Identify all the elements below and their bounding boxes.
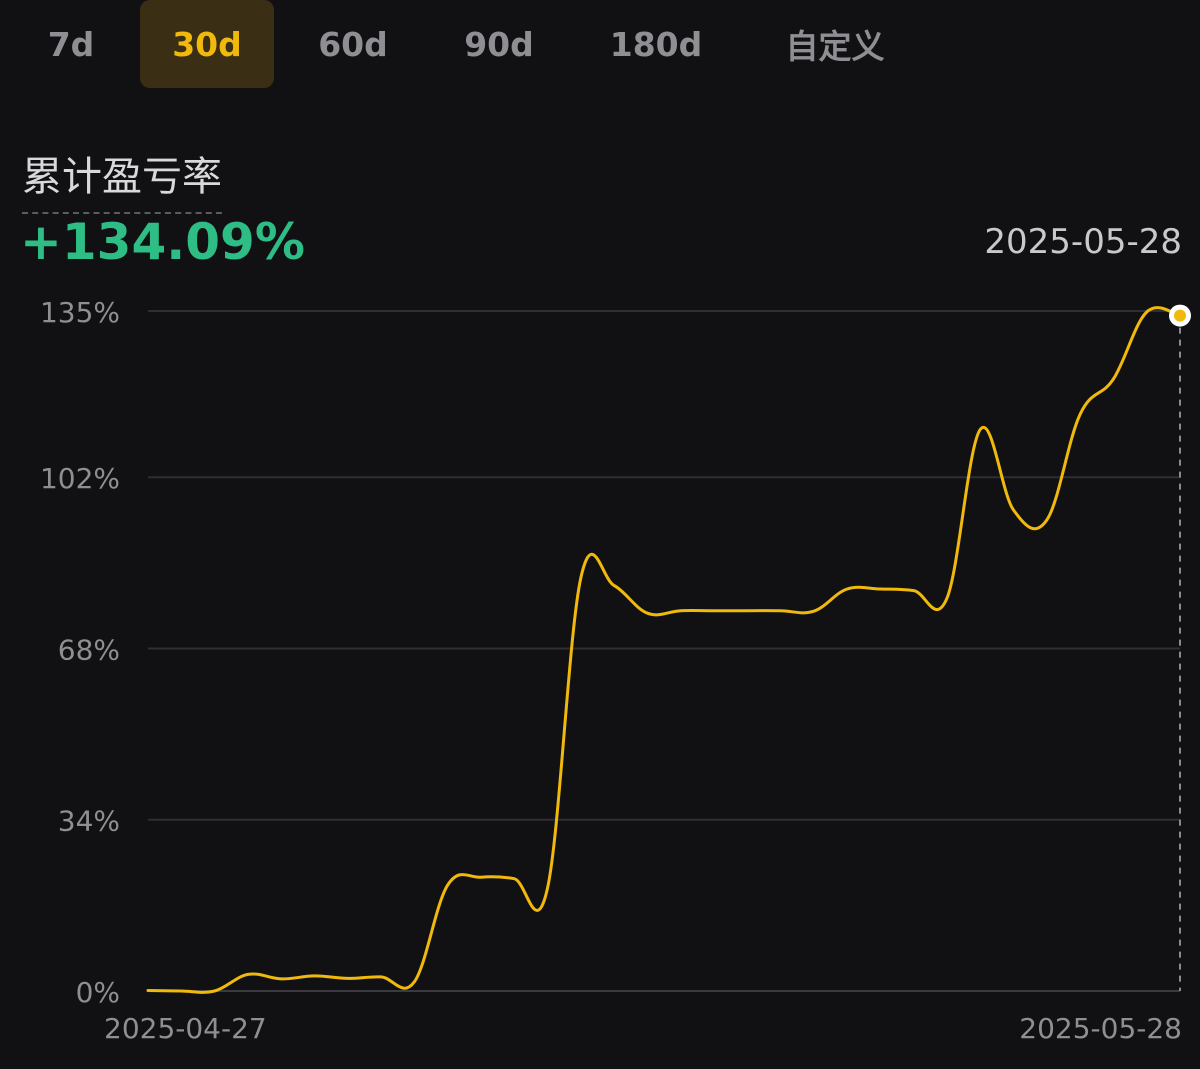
marker-layer [1169,304,1191,327]
grid-lines [148,310,1180,992]
x-tick-label: 2025-05-28 [1019,1012,1182,1045]
y-tick-label: 102% [40,462,120,495]
pnl-line-chart[interactable]: 0% 34% 68% 102% 135% 2025-04-27 2025-05-28 [0,0,1200,1069]
y-tick-label: 135% [40,296,120,329]
y-tick-label: 68% [58,633,120,666]
y-axis-labels: 0% 34% 68% 102% 135% [40,296,120,1009]
y-tick-label: 34% [58,805,120,838]
y-tick-label: 0% [76,976,120,1009]
series-line [146,306,1182,994]
x-axis-labels: 2025-04-27 2025-05-28 [104,1012,1182,1045]
x-tick-label: 2025-04-27 [104,1012,267,1045]
series-layer [146,306,1182,994]
current-point-marker [1174,309,1186,322]
